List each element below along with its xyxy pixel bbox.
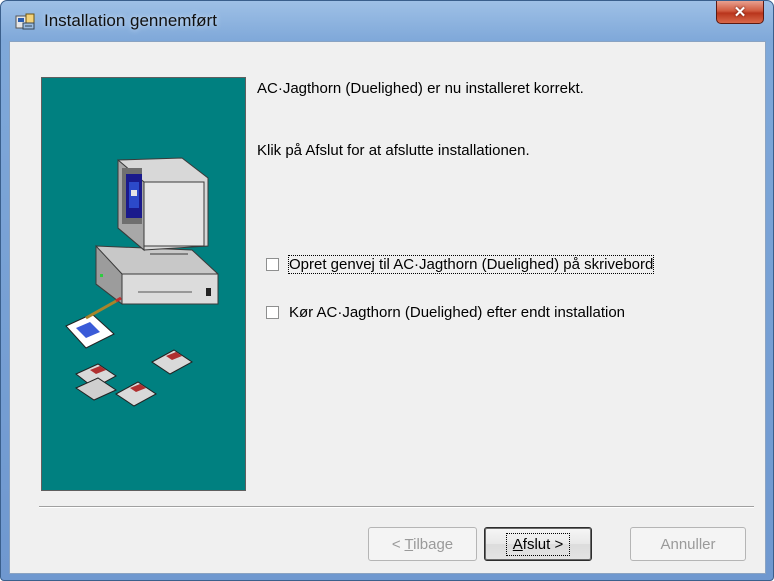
finish-button-label: Afslut > bbox=[505, 532, 571, 556]
dialog-body: AC·Jagthorn (Duelighed) er nu installere… bbox=[9, 41, 766, 574]
create-shortcut-checkbox[interactable] bbox=[266, 258, 279, 271]
run-after-install-option[interactable]: Kør AC·Jagthorn (Duelighed) efter endt i… bbox=[266, 304, 625, 321]
run-after-install-label[interactable]: Kør AC·Jagthorn (Duelighed) efter endt i… bbox=[289, 304, 625, 321]
finish-button[interactable]: Afslut > bbox=[484, 527, 592, 561]
floppy-disk-icon bbox=[74, 349, 193, 407]
title-bar[interactable]: Installation gennemført ✕ bbox=[1, 1, 773, 41]
installer-icon bbox=[15, 13, 35, 30]
finish-instruction: Klik på Afslut for at afslutte installat… bbox=[257, 142, 530, 159]
cancel-button-label: Annuller bbox=[660, 535, 716, 553]
document-pen-icon bbox=[65, 296, 122, 349]
create-shortcut-label[interactable]: Opret genvej til AC·Jagthorn (Duelighed)… bbox=[287, 255, 655, 274]
installer-window: Installation gennemført ✕ AC·Jagthorn (D… bbox=[0, 0, 774, 581]
cancel-button[interactable]: Annuller bbox=[630, 527, 746, 561]
window-title: Installation gennemført bbox=[44, 11, 217, 30]
setup-illustration bbox=[65, 157, 219, 407]
run-after-install-checkbox[interactable] bbox=[266, 306, 279, 319]
back-button-label: < Tilbage bbox=[391, 535, 454, 553]
computer-icon bbox=[95, 157, 219, 306]
side-panel-graphic bbox=[41, 77, 246, 491]
success-message: AC·Jagthorn (Duelighed) er nu installere… bbox=[257, 80, 584, 97]
close-icon: ✕ bbox=[733, 4, 747, 21]
button-separator bbox=[39, 506, 754, 508]
back-button[interactable]: < Tilbage bbox=[368, 527, 477, 561]
create-shortcut-option[interactable]: Opret genvej til AC·Jagthorn (Duelighed)… bbox=[266, 255, 655, 274]
close-button[interactable]: ✕ bbox=[716, 1, 764, 24]
